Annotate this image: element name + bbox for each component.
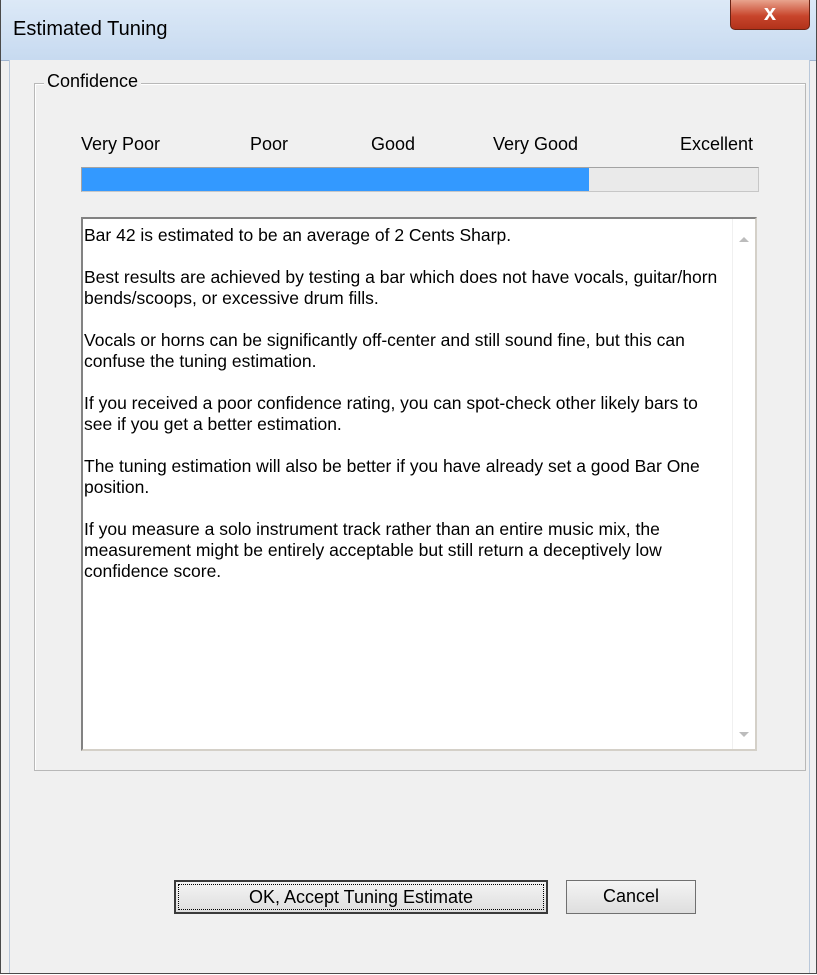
info-paragraph: Bar 42 is estimated to be an average of … xyxy=(84,225,512,245)
cancel-button[interactable]: Cancel xyxy=(566,880,696,914)
accept-button-label: OK, Accept Tuning Estimate xyxy=(248,887,474,907)
info-paragraph: Best results are achieved by testing a b… xyxy=(84,267,718,308)
estimated-tuning-dialog: Estimated Tuning x Confidence Very Poor … xyxy=(0,0,817,974)
confidence-group: Confidence Very Poor Poor Good Very Good… xyxy=(34,71,806,771)
info-paragraph: Vocals or horns can be significantly off… xyxy=(84,330,685,371)
title-bar[interactable]: Estimated Tuning x xyxy=(1,0,816,61)
scroll-down-arrow-icon[interactable] xyxy=(739,732,749,737)
close-button[interactable]: x xyxy=(730,0,810,30)
scale-label-good: Good xyxy=(371,134,416,154)
close-icon: x xyxy=(763,0,777,25)
info-paragraph: If you received a poor confidence rating… xyxy=(84,393,698,434)
cancel-button-label: Cancel xyxy=(602,886,660,906)
dialog-body: Confidence Very Poor Poor Good Very Good… xyxy=(9,60,810,973)
accept-tuning-estimate-button[interactable]: OK, Accept Tuning Estimate xyxy=(174,880,548,914)
tuning-info-text: Bar 42 is estimated to be an average of … xyxy=(84,225,724,603)
vertical-scrollbar[interactable] xyxy=(732,219,755,749)
info-paragraph: If you measure a solo instrument track r… xyxy=(84,519,662,581)
scale-label-poor: Poor xyxy=(250,134,289,154)
info-paragraph: The tuning estimation will also be bette… xyxy=(84,456,700,497)
tuning-info-textbox[interactable]: Bar 42 is estimated to be an average of … xyxy=(81,217,757,751)
confidence-progress-bar xyxy=(81,167,759,192)
scroll-up-arrow-icon[interactable] xyxy=(739,237,749,242)
window-title: Estimated Tuning xyxy=(13,18,168,40)
scale-label-very-good: Very Good xyxy=(493,134,579,154)
scale-label-excellent: Excellent xyxy=(680,134,754,154)
confidence-group-label: Confidence xyxy=(44,71,142,92)
confidence-progress-fill xyxy=(82,168,589,191)
scale-label-very-poor: Very Poor xyxy=(81,134,161,154)
